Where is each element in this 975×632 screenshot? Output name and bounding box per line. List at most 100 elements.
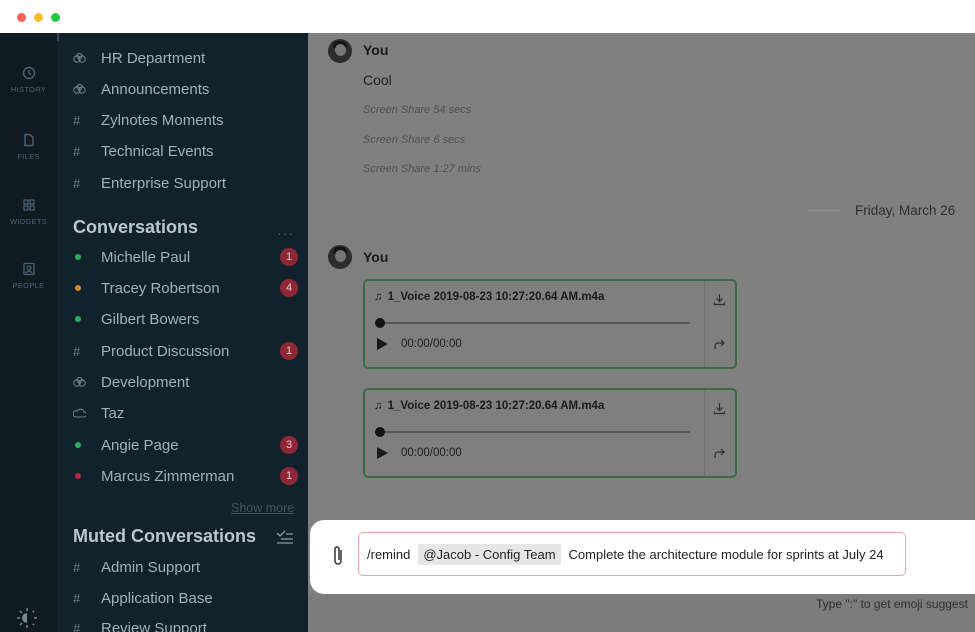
sidebar-item-enterprise-support[interactable]: # Enterprise Support: [73, 170, 301, 196]
sidebar-item-label: Review Support: [101, 619, 207, 632]
download-icon[interactable]: [713, 293, 726, 306]
sidebar-item-review-support[interactable]: # Review Support: [73, 615, 301, 632]
sidebar-item-taz[interactable]: Taz: [73, 400, 301, 426]
sidebar-item-application-base[interactable]: # Application Base: [73, 585, 301, 611]
hash-icon: #: [73, 175, 81, 191]
audio-time: 00:00/00:00: [401, 447, 462, 459]
conversations-more-icon[interactable]: ···: [277, 225, 294, 241]
audio-progress-track[interactable]: [379, 322, 690, 324]
audio-file-label: 1_Voice 2019-08-23 10:27:20.64 AM.m4a: [387, 400, 605, 412]
presence-dot-icon: [75, 442, 81, 448]
sidebar-item-label: Gilbert Bowers: [101, 310, 200, 328]
sidebar-item-label: Zylnotes Moments: [101, 111, 224, 129]
presence-dot-icon: [75, 473, 81, 479]
muted-conversations-heading: Muted Conversations: [73, 526, 257, 546]
sidebar-item-tracey-robertson[interactable]: Tracey Robertson 4: [73, 275, 301, 301]
rail-history-label: HISTORY: [10, 85, 47, 94]
attachment-icon[interactable]: [330, 544, 346, 568]
audio-progress-track[interactable]: [379, 431, 690, 433]
sidebar-item-development[interactable]: Development: [73, 369, 301, 395]
unread-badge: 4: [280, 279, 298, 297]
unread-badge: 3: [280, 436, 298, 454]
sidebar-item-zylnotes-moments[interactable]: # Zylnotes Moments: [73, 107, 301, 133]
forward-icon[interactable]: [713, 447, 726, 460]
zoom-window-button[interactable]: [51, 13, 60, 22]
rail-widgets-label: WIDGETS: [9, 217, 48, 226]
sidebar-item-hr-department[interactable]: HR Department: [73, 45, 301, 71]
sidebar-item-announcements[interactable]: Announcements: [73, 76, 301, 102]
hash-icon: #: [73, 143, 81, 159]
music-note-icon: ♫: [374, 291, 383, 303]
team-icon: [73, 83, 86, 94]
sidebar-divider: [57, 33, 59, 41]
unread-badge: 1: [280, 467, 298, 485]
unread-badge: 1: [280, 248, 298, 266]
sidebar-item-marcus-zimmerman[interactable]: Marcus Zimmerman 1: [73, 463, 301, 489]
sidebar-item-angie-page[interactable]: Angie Page 3: [73, 432, 301, 458]
sidebar-item-label: Enterprise Support: [101, 174, 227, 192]
audio-attachment: ♫ 1_Voice 2019-08-23 10:27:20.64 AM.m4a 0…: [363, 279, 737, 369]
audio-file-label: 1_Voice 2019-08-23 10:27:20.64 AM.m4a: [387, 291, 605, 303]
hash-icon: #: [73, 343, 81, 359]
message-input[interactable]: /remind @Jacob - Config Team Complete th…: [358, 532, 906, 576]
minimize-window-button[interactable]: [34, 13, 43, 22]
emoji-hint: Type ":" to get emoji suggest: [816, 597, 968, 611]
sidebar-item-label: Product Discussion: [101, 342, 230, 360]
mute-list-icon[interactable]: [276, 530, 294, 544]
sidebar-item-admin-support[interactable]: # Admin Support: [73, 554, 301, 580]
rail-people[interactable]: PEOPLE: [0, 262, 57, 290]
show-more-link[interactable]: Show more: [231, 501, 294, 515]
hash-icon: #: [73, 590, 81, 606]
avatar[interactable]: [328, 39, 352, 63]
sidebar-item-label: Michelle Paul: [101, 248, 191, 266]
sidebar-item-label: Admin Support: [101, 558, 201, 576]
message-sender: You: [363, 42, 389, 58]
screen-share-event: Screen Share 1:27 mins: [363, 163, 482, 175]
sidebar-item-label: Tracey Robertson: [101, 279, 220, 297]
download-icon[interactable]: [713, 402, 726, 415]
audio-progress-handle[interactable]: [375, 318, 385, 328]
nav-rail: HISTORY FILES WIDGETS PEOPLE: [0, 33, 57, 632]
conversations-heading: Conversations: [73, 217, 199, 237]
rail-people-label: PEOPLE: [12, 281, 45, 290]
audio-attachment: ♫ 1_Voice 2019-08-23 10:27:20.64 AM.m4a 0…: [363, 388, 737, 478]
title-bar: [0, 0, 975, 33]
music-note-icon: ♫: [374, 400, 383, 412]
rail-files[interactable]: FILES: [0, 133, 57, 161]
sidebar-item-technical-events[interactable]: # Technical Events: [73, 138, 301, 164]
rail-widgets[interactable]: WIDGETS: [0, 198, 57, 226]
message-text: Cool: [363, 72, 392, 88]
screen-share-event: Screen Share 6 secs: [363, 134, 466, 146]
team-icon: [73, 52, 86, 63]
screen-share-event: Screen Share 54 secs: [363, 104, 472, 116]
play-icon[interactable]: [377, 338, 388, 350]
close-window-button[interactable]: [17, 13, 26, 22]
sidebar-item-michelle-paul[interactable]: Michelle Paul 1: [73, 244, 301, 270]
message-input-text: Complete the architecture module for spr…: [568, 546, 884, 562]
slash-command: /remind: [367, 546, 411, 562]
rail-history[interactable]: HISTORY: [0, 66, 57, 94]
sidebar-item-gilbert-bowers[interactable]: Gilbert Bowers: [73, 306, 301, 332]
theme-toggle-icon[interactable]: [14, 605, 40, 631]
hash-icon: #: [73, 559, 81, 575]
sidebar-item-product-discussion[interactable]: # Product Discussion 1: [73, 338, 301, 364]
presence-dot-icon: [75, 285, 81, 291]
avatar[interactable]: [328, 245, 352, 269]
audio-time: 00:00/00:00: [401, 338, 462, 350]
audio-file-name: ♫ 1_Voice 2019-08-23 10:27:20.64 AM.m4a: [374, 291, 604, 303]
mention-chip[interactable]: @Jacob - Config Team: [418, 543, 561, 565]
file-icon: [23, 133, 34, 147]
sidebar-item-label: Announcements: [101, 80, 210, 98]
unread-badge: 1: [280, 342, 298, 360]
sidebar: HR Department Announcements # Zylnotes M…: [57, 33, 308, 632]
hash-icon: #: [73, 620, 81, 632]
history-icon: [22, 66, 35, 80]
play-icon[interactable]: [377, 447, 388, 459]
widgets-icon: [22, 199, 35, 211]
date-divider-line: [806, 210, 841, 211]
sidebar-item-label: Technical Events: [101, 142, 214, 160]
audio-progress-handle[interactable]: [375, 427, 385, 437]
forward-icon[interactable]: [713, 338, 726, 351]
hash-icon: #: [73, 112, 81, 128]
sidebar-item-label: Application Base: [101, 589, 213, 607]
